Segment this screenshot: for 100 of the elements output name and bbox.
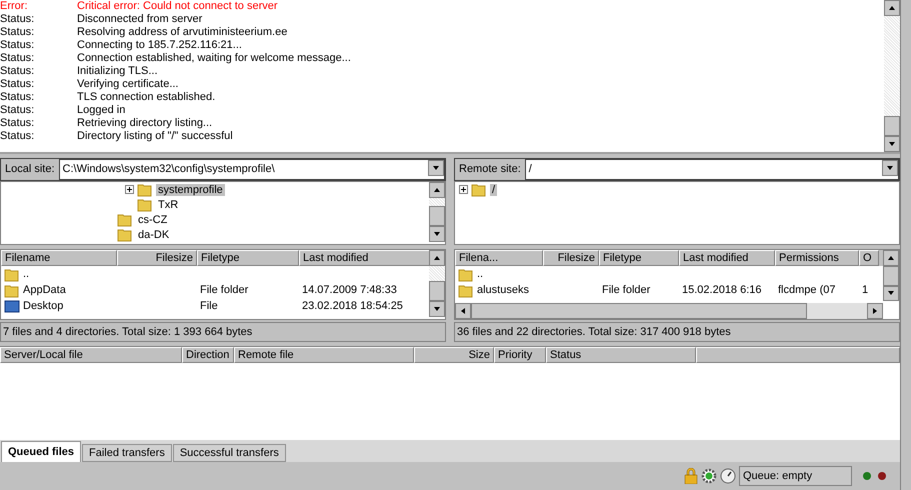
column-header[interactable]: Filename [1, 250, 117, 266]
scrollbar[interactable] [884, 0, 900, 152]
log-message: Verifying certificate... [77, 78, 178, 91]
queue-status: Queue: empty [739, 466, 852, 486]
site-label: Local site: [4, 162, 56, 177]
table-cell: 15.02.2018 6:16 [682, 284, 762, 296]
log-label: Status: [0, 39, 36, 52]
column-header[interactable]: Server/Local file [0, 347, 182, 363]
column-header[interactable]: Permissions [775, 250, 859, 266]
arrow-icon [871, 307, 879, 315]
arrow-button[interactable] [455, 303, 471, 319]
log-message: Directory listing of "/" successful [77, 130, 233, 143]
column-header[interactable]: Filetype [197, 250, 299, 266]
arrow-button[interactable] [429, 226, 445, 242]
column-header[interactable]: Filesize [543, 250, 599, 266]
expand-toggle[interactable] [125, 185, 134, 194]
table-cell: File [200, 300, 218, 312]
arrow-icon [459, 307, 467, 315]
scrollbar[interactable] [429, 250, 445, 317]
column-header[interactable]: Direction [182, 347, 234, 363]
arrow-button[interactable] [884, 0, 900, 16]
tree-item[interactable]: cs-CZ [136, 214, 170, 226]
log-message: TLS connection established. [77, 91, 216, 104]
scroll-thumb[interactable] [884, 116, 900, 136]
file-icon [4, 298, 20, 314]
tab[interactable]: Successful transfers [172, 444, 286, 462]
table-cell: alustuseks [477, 284, 529, 296]
column-header[interactable]: Last modified [299, 250, 429, 266]
scroll-thumb[interactable] [883, 266, 899, 286]
arrow-button[interactable] [867, 303, 883, 319]
log-label: Status: [0, 91, 36, 104]
folder-icon [117, 212, 133, 227]
column-header[interactable]: Size [414, 347, 494, 363]
summary-text: 7 files and 4 directories. Total size: 1 393 664 bytes [0, 322, 446, 342]
table-cell: flcdmpe (07 [778, 284, 836, 296]
scroll-thumb[interactable] [429, 206, 445, 226]
log-message: Disconnected from server [77, 13, 202, 26]
column-header[interactable]: Filesize [117, 250, 197, 266]
table-cell: AppData [23, 284, 66, 296]
arrow-button[interactable] [429, 301, 445, 317]
arrow-button[interactable] [428, 160, 444, 176]
scrollbar[interactable] [429, 182, 445, 242]
folder-icon [117, 227, 133, 242]
table-cell: 1 [862, 284, 868, 296]
log-label: Status: [0, 65, 36, 78]
arrow-icon [432, 164, 440, 172]
arrow-button[interactable] [884, 136, 900, 152]
summary-text: 36 files and 22 directories. Total size: 317 400 918 bytes [454, 322, 900, 342]
horizontal-scrollbar[interactable] [455, 303, 883, 319]
arrow-button[interactable] [883, 250, 899, 266]
table-cell: 14.07.2009 7:48:33 [302, 284, 397, 296]
table-cell: Desktop [23, 300, 64, 312]
column-header[interactable]: O [859, 250, 879, 266]
tree-item[interactable]: systemprofile [156, 184, 225, 196]
folder-icon [4, 282, 20, 298]
log-label: Status: [0, 13, 36, 26]
folder-icon [137, 197, 153, 212]
path-field[interactable]: / [524, 159, 899, 180]
tree-item[interactable]: / [490, 184, 498, 196]
tree-item[interactable]: TxR [156, 198, 180, 210]
arrow-button[interactable] [429, 250, 445, 266]
log-label: Status: [0, 26, 36, 39]
site-label: Remote site: [458, 162, 522, 177]
table-cell: 23.02.2018 18:54:25 [302, 300, 403, 312]
column-header[interactable]: Remote file [234, 347, 414, 363]
column-header[interactable] [696, 347, 900, 363]
arrow-button[interactable] [882, 160, 898, 176]
scroll-thumb[interactable] [429, 281, 445, 301]
arrow-button[interactable] [883, 286, 899, 301]
tab[interactable]: Queued files [1, 441, 82, 462]
arrow-icon [888, 4, 896, 12]
tab[interactable]: Failed transfers [82, 444, 172, 462]
log-label: Status: [0, 52, 36, 65]
arrow-button[interactable] [429, 182, 445, 198]
column-header[interactable]: Filena... [455, 250, 543, 266]
column-header[interactable]: Last modified [679, 250, 775, 266]
column-header[interactable]: Status [546, 347, 696, 363]
log-message: Resolving address of arvutiministeerium.ee [77, 26, 288, 39]
tree-item[interactable]: da-DK [136, 228, 172, 240]
arrow-icon [433, 230, 441, 238]
log-message: Initializing TLS... [77, 65, 158, 78]
log-message: Retrieving directory listing... [77, 117, 212, 130]
lock-icon [684, 468, 698, 484]
expand-toggle[interactable] [459, 185, 468, 194]
path-field[interactable]: C:\Windows\system32\config\systemprofile\ [58, 159, 445, 180]
table-cell: File folder [200, 284, 248, 296]
column-header[interactable]: Filetype [599, 250, 679, 266]
table-cell: .. [477, 268, 484, 280]
scroll-thumb[interactable] [471, 303, 807, 319]
log-message: Critical error: Could not connect to server [77, 0, 278, 13]
log-message: Connecting to 185.7.252.116:21... [77, 39, 242, 52]
scrollbar[interactable] [883, 250, 899, 301]
log-label: Status: [0, 104, 36, 117]
table-cell: .. [23, 268, 30, 280]
log-label: Status: [0, 130, 36, 143]
column-header[interactable]: Priority [494, 347, 546, 363]
log-label: Status: [0, 117, 36, 130]
log-message: Logged in [77, 104, 126, 117]
arrow-icon [433, 305, 441, 313]
gear-icon [701, 468, 717, 484]
